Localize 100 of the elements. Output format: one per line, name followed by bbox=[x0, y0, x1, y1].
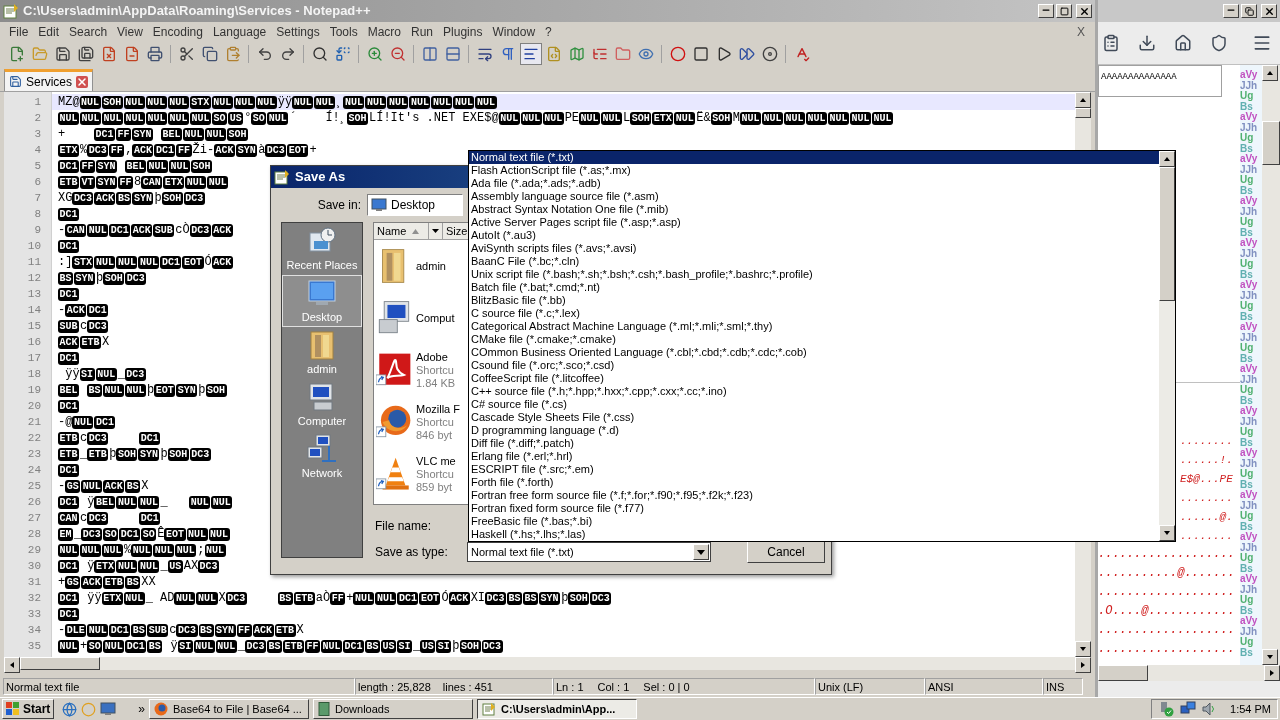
show-desktop-icon[interactable] bbox=[100, 702, 117, 716]
file-type-option[interactable]: CMake file (*.cmake;*.cmake) bbox=[469, 333, 1159, 346]
restore-button[interactable] bbox=[1241, 4, 1257, 18]
file-type-option[interactable]: AviSynth scripts files (*.avs;*.avsi) bbox=[469, 242, 1159, 255]
place-item[interactable]: Computer bbox=[282, 379, 362, 431]
file-type-option[interactable]: Fortran fixed form source file (*.f77) bbox=[469, 502, 1159, 515]
file-type-option[interactable]: Categorical Abstract Machine Language (*.ml;*.mli;*.sml;*.thy) bbox=[469, 320, 1159, 333]
vertical-scrollbar[interactable] bbox=[1262, 65, 1280, 665]
control-character: SOH bbox=[459, 639, 481, 653]
taskbar-button[interactable]: Downloads bbox=[313, 699, 474, 719]
document-tab[interactable]: Services bbox=[4, 69, 93, 91]
download-icon[interactable] bbox=[1138, 34, 1156, 52]
file-type-option[interactable]: Active Server Pages script file (*.asp;*.asp) bbox=[469, 216, 1159, 229]
file-type-option[interactable]: Forth file (*.forth) bbox=[469, 476, 1159, 489]
cancel-button[interactable]: Cancel bbox=[747, 541, 825, 563]
file-type-option[interactable]: Diff file (*.diff;*.patch) bbox=[469, 437, 1159, 450]
menu-item[interactable]: Encoding bbox=[147, 23, 208, 41]
menu-icon[interactable] bbox=[1252, 33, 1272, 53]
encoded-text: aVy bbox=[1240, 489, 1258, 500]
minimize-button[interactable] bbox=[1223, 4, 1239, 18]
file-type-option[interactable]: BlitzBasic file (*.bb) bbox=[469, 294, 1159, 307]
desktop-entry[interactable]: Adobe Shortcu 1.84 KB bbox=[374, 344, 468, 396]
file-type-option[interactable]: Haskell (*.hs;*.lhs;*.las) bbox=[469, 528, 1159, 541]
menu-item[interactable]: ? bbox=[540, 23, 557, 41]
file-type-option[interactable]: Normal text file (*.txt) bbox=[469, 151, 1159, 164]
clipboard-icon[interactable] bbox=[1102, 34, 1120, 52]
file-type-option[interactable]: BaanC File (*.bc;*.cln) bbox=[469, 255, 1159, 268]
file-type-option[interactable]: Ada file (*.ada;*.ads;*.adb) bbox=[469, 177, 1159, 190]
start-button[interactable]: Start bbox=[2, 699, 55, 719]
shield-icon[interactable] bbox=[1210, 34, 1228, 52]
code-text: ; bbox=[197, 542, 205, 559]
file-type-option[interactable]: D programming language (*.d) bbox=[469, 424, 1159, 437]
more-button[interactable]: » bbox=[138, 700, 146, 718]
scrollbar-thumb[interactable] bbox=[20, 657, 100, 670]
text-area[interactable]: AAAAAAAAAAAAAA bbox=[1098, 65, 1222, 97]
desktop-entry[interactable]: Comput bbox=[374, 292, 468, 344]
menu-item[interactable]: Macro bbox=[362, 23, 406, 41]
menu-item[interactable]: Tools bbox=[324, 23, 363, 41]
file-type-option[interactable]: AutoIt (*.au3) bbox=[469, 229, 1159, 242]
menu-item[interactable]: Window bbox=[487, 23, 541, 41]
close-icon[interactable] bbox=[76, 75, 88, 88]
scrollbar-thumb[interactable] bbox=[1098, 665, 1148, 681]
column-menu-button[interactable] bbox=[429, 223, 443, 239]
place-item[interactable]: admin bbox=[282, 327, 362, 379]
scrollbar-thumb[interactable] bbox=[1075, 108, 1091, 118]
file-type-option[interactable]: Batch file (*.bat;*.cmd;*.nt) bbox=[469, 281, 1159, 294]
horizontal-scrollbar[interactable] bbox=[4, 657, 1091, 670]
menu-item[interactable]: Edit bbox=[33, 23, 65, 41]
control-character: DC1 bbox=[87, 303, 109, 317]
menu-item[interactable]: File bbox=[4, 23, 34, 41]
menu-item[interactable]: Settings bbox=[271, 23, 325, 41]
toolbar-button[interactable] bbox=[519, 43, 542, 65]
encoded-text: Ug bbox=[1240, 636, 1254, 647]
file-type-option[interactable]: COmmon Business Oriented Language (*.cbl;*.cbd;*.cdb;*.cdc;*.cob) bbox=[469, 346, 1159, 359]
menu-item[interactable]: Run bbox=[406, 23, 439, 41]
speaker-icon[interactable] bbox=[1202, 701, 1217, 717]
network-icon[interactable] bbox=[1180, 701, 1197, 717]
desktop-entry[interactable]: Mozilla F Shortcu 846 byt bbox=[374, 396, 468, 448]
file-type-dropdown[interactable]: Normal text file (*.txt) bbox=[467, 542, 711, 562]
file-type-option[interactable]: Fortran free form source file (*.f;*.for;*.f90;*.f95;*.f2k;*.f23) bbox=[469, 489, 1159, 502]
file-type-option[interactable]: Flash ActionScript file (*.as;*.mx) bbox=[469, 164, 1159, 177]
file-type-option[interactable]: Unix script file (*.bash;*.sh;*.bsh;*.csh;*.bash_profile;*.bashrc;*.profile) bbox=[469, 268, 1159, 281]
file-type-option[interactable]: C++ source file (*.h;*.hpp;*.hxx;*.cpp;*.cxx;*.cc;*.ino) bbox=[469, 385, 1159, 398]
horizontal-scrollbar[interactable] bbox=[1098, 665, 1280, 681]
place-item[interactable]: Network bbox=[282, 431, 362, 483]
menu-item[interactable]: View bbox=[112, 23, 148, 41]
close-button[interactable] bbox=[1076, 4, 1092, 18]
home-icon[interactable] bbox=[1174, 34, 1192, 52]
control-character: DC1 bbox=[58, 287, 79, 301]
file-type-option[interactable]: Cascade Style Sheets File (*.css) bbox=[469, 411, 1159, 424]
file-type-option[interactable]: Erlang file (*.erl;*.hrl) bbox=[469, 450, 1159, 463]
taskbar-button[interactable]: C:\Users\admin\App... bbox=[477, 699, 638, 719]
browser-icon[interactable] bbox=[62, 701, 78, 717]
file-type-option[interactable]: FreeBasic file (*.bas;*.bi) bbox=[469, 515, 1159, 528]
maximize-button[interactable] bbox=[1056, 4, 1072, 18]
save-in-dropdown[interactable]: Desktop bbox=[367, 194, 463, 216]
scrollbar-thumb[interactable] bbox=[1159, 167, 1175, 301]
column-header[interactable]: Name bbox=[374, 223, 429, 239]
file-type-option[interactable]: C# source file (*.cs) bbox=[469, 398, 1159, 411]
vertical-scrollbar[interactable] bbox=[1159, 151, 1175, 541]
place-item[interactable]: Recent Places bbox=[282, 223, 362, 275]
file-type-option[interactable]: Csound file (*.orc;*.sco;*.csd) bbox=[469, 359, 1159, 372]
file-type-option[interactable]: C source file (*.c;*.lex) bbox=[469, 307, 1159, 320]
menu-item[interactable]: Search bbox=[64, 23, 113, 41]
file-type-option[interactable]: CoffeeScript file (*.litcoffee) bbox=[469, 372, 1159, 385]
file-type-option[interactable]: Abstract Syntax Notation One file (*.mib) bbox=[469, 203, 1159, 216]
scrollbar-thumb[interactable] bbox=[1262, 121, 1280, 165]
file-type-option[interactable]: ESCRIPT file (*.src;*.em) bbox=[469, 463, 1159, 476]
desktop-entry[interactable]: admin bbox=[374, 240, 468, 292]
file-type-option[interactable]: Assembly language source file (*.asm) bbox=[469, 190, 1159, 203]
taskbar-button[interactable]: Base64 to File | Base64 ... bbox=[149, 699, 310, 719]
minimize-button[interactable] bbox=[1038, 4, 1054, 18]
close-document-button[interactable]: X bbox=[1077, 23, 1085, 41]
column-header[interactable]: Size bbox=[443, 223, 468, 239]
stop-icon bbox=[692, 46, 709, 62]
document-map-icon bbox=[568, 46, 585, 62]
close-button[interactable] bbox=[1261, 4, 1277, 18]
menu-item[interactable]: Plugins bbox=[438, 23, 488, 41]
desktop-entry[interactable]: VLC me Shortcu 859 byt bbox=[374, 448, 468, 500]
menu-item[interactable]: Language bbox=[207, 23, 272, 41]
